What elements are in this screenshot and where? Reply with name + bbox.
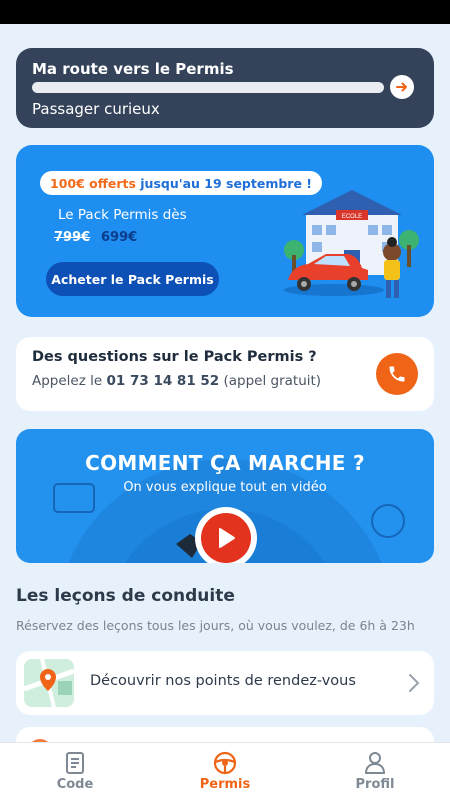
video-title: COMMENT ÇA MARCHE ? (85, 451, 365, 475)
video-subtitle: On vous explique tout en vidéo (123, 480, 327, 495)
call-suffix: (appel gratuit) (219, 373, 322, 389)
steering-wheel-icon (213, 751, 237, 775)
nav-label-code: Code (56, 777, 94, 792)
chevron-right-icon (409, 674, 420, 692)
contact-card[interactable]: Des questions sur le Pack Permis ? Appel… (16, 337, 434, 411)
nav-item-code[interactable]: Code (0, 743, 150, 800)
route-card[interactable]: Ma route vers le Permis Passager curieux (16, 48, 434, 128)
buy-pack-button[interactable]: Acheter le Pack Permis (46, 262, 219, 296)
meeting-points-card[interactable]: Découvrir nos points de rendez-vous (16, 651, 434, 715)
phone-number[interactable]: 01 73 14 81 52 (106, 373, 219, 389)
pack-label: Le Pack Permis dès (58, 207, 187, 223)
video-card[interactable]: COMMENT ÇA MARCHE ? On vous explique tou… (16, 429, 434, 563)
call-prefix: Appelez le (32, 373, 107, 389)
play-icon-circle (201, 513, 251, 563)
call-button[interactable] (376, 353, 418, 395)
meeting-points-label: Découvrir nos points de rendez-vous (90, 673, 356, 689)
status-bar (0, 0, 450, 24)
play-button[interactable] (195, 507, 257, 563)
bottom-navigation: Code Permis Profil (0, 742, 450, 800)
map-pin-icon (24, 659, 74, 707)
arrow-right-icon (396, 82, 407, 92)
nav-label-profil: Profil (355, 777, 395, 792)
route-subtitle: Passager curieux (32, 100, 160, 118)
nav-item-profil[interactable]: Profil (300, 743, 450, 800)
route-title: Ma route vers le Permis (32, 60, 234, 78)
user-icon (364, 752, 386, 774)
school-illustration: ECOLE (284, 190, 419, 298)
school-sign-text: ECOLE (342, 214, 362, 220)
offer-amount: 100€ offerts (50, 175, 136, 191)
phone-icon (389, 366, 405, 382)
route-progress-bar (32, 82, 384, 93)
lessons-title: Les leçons de conduite (16, 586, 235, 606)
old-price: 799€ (54, 230, 91, 245)
contact-question: Des questions sur le Pack Permis ? (32, 349, 317, 365)
play-icon (219, 528, 235, 548)
nav-label-permis: Permis (199, 777, 251, 792)
route-arrow-button[interactable] (390, 75, 414, 99)
new-price: 699€ (101, 230, 138, 245)
lessons-subtitle: Réservez des leçons tous les jours, où v… (16, 618, 415, 633)
contact-phone-line: Appelez le 01 73 14 81 52 (appel gratuit… (32, 373, 418, 389)
promo-card[interactable]: 100€ offerts jusqu'au 19 septembre ! Le … (16, 145, 434, 317)
book-icon (66, 752, 84, 774)
nav-item-permis[interactable]: Permis (150, 743, 300, 800)
